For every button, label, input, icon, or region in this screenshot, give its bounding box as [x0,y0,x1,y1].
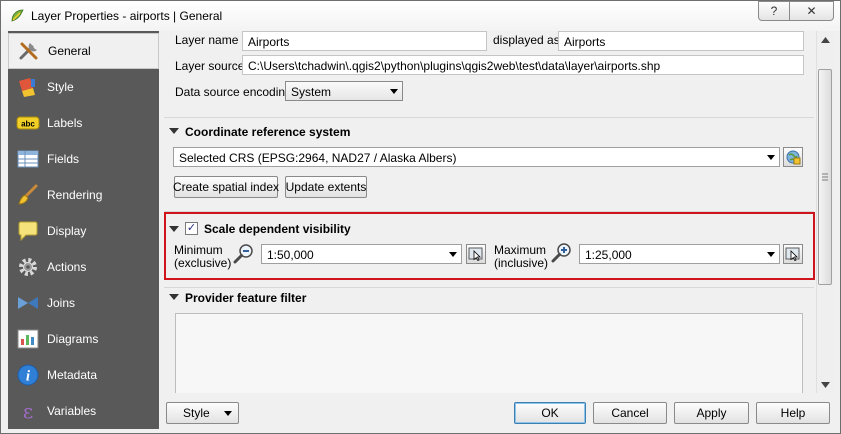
sidebar-item-actions[interactable]: Actions [8,249,159,285]
highlight-box [164,212,815,280]
tools-icon [17,39,41,63]
filter-text-area[interactable] [175,313,803,393]
crs-select-value: Selected CRS (EPSG:2964, NAD27 / Alaska … [179,151,457,165]
grip-icon [822,173,828,181]
brush-icon [16,183,40,207]
sidebar-item-joins[interactable]: Joins [8,285,159,321]
sidebar-item-label: Diagrams [47,332,99,346]
chevron-down-icon [821,381,830,388]
speech-bubble-icon [16,219,40,243]
globe-icon [786,150,801,165]
epsilon-icon: ε [16,399,40,423]
sidebar-item-label: Variables [47,404,97,418]
sidebar-item-label: Fields [47,152,80,166]
title-bar: Layer Properties - airports | General ? … [1,1,840,31]
create-spatial-index-button[interactable]: Create spatial index [173,176,279,198]
sidebar-item-style[interactable]: Style [8,69,159,105]
sidebar-item-variables[interactable]: ε Variables [8,393,159,429]
join-icon [16,291,40,315]
select-crs-button[interactable] [783,147,803,167]
sidebar-item-label: Joins [47,296,76,310]
scroll-thumb[interactable] [818,69,832,285]
layer-source-input[interactable]: C:\Users\tchadwin\.qgis2\python\plugins\… [242,55,804,75]
scroll-up-button[interactable] [817,31,834,48]
chevron-down-icon [390,89,398,94]
vertical-scrollbar[interactable] [816,31,833,393]
sidebar-item-label: Rendering [47,188,103,202]
update-extents-button[interactable]: Update extents [285,176,367,198]
sidebar-item-label: Metadata [47,368,98,382]
gear-icon [16,255,40,279]
sidebar-item-fields[interactable]: Fields [8,141,159,177]
chevron-down-icon [767,155,775,160]
qgis-app-icon [11,9,24,22]
displayed-as-label: displayed as [493,33,560,47]
close-button[interactable]: ✕ [789,1,834,21]
style-button-label: Style [183,406,210,420]
cancel-button[interactable]: Cancel [593,402,667,424]
sidebar-item-label: Labels [47,116,83,130]
ok-button[interactable]: OK [514,402,586,424]
help-button[interactable]: Help [756,402,830,424]
layer-properties-window: Layer Properties - airports | General ? … [0,0,841,434]
layer-name-label: Layer name [175,33,239,47]
window-title: Layer Properties - airports | General [31,9,223,23]
filter-group-title: Provider feature filter [185,291,307,305]
encoding-select-value: System [291,85,332,99]
layer-source-label: Layer source [175,59,245,73]
help-title-button[interactable]: ? [758,1,790,21]
sidebar-item-rendering[interactable]: Rendering [8,177,159,213]
question-icon: ? [770,4,778,18]
sidebar-item-display[interactable]: Display [8,213,159,249]
style-menu-button[interactable]: Style [166,402,239,424]
collapse-triangle-icon[interactable] [169,128,179,134]
sidebar-item-label: Display [47,224,87,238]
displayed-as-input[interactable]: Airports [558,31,804,51]
sidebar-item-metadata[interactable]: i Metadata [8,357,159,393]
scroll-down-button[interactable] [817,376,834,393]
sidebar-item-label: Style [47,80,74,94]
divider [164,117,814,118]
info-icon: i [16,363,40,387]
chevron-down-icon [224,411,232,416]
svg-text:ε: ε [23,399,33,423]
layer-name-input[interactable]: Airports [242,31,487,51]
diagram-icon [16,327,40,351]
divider [164,287,814,288]
sidebar-item-label: General [48,44,91,58]
chevron-up-icon [821,36,830,43]
table-icon [16,147,40,171]
apply-button[interactable]: Apply [674,402,749,424]
sidebar-item-general[interactable]: General [8,33,159,69]
crs-select[interactable]: Selected CRS (EPSG:2964, NAD27 / Alaska … [173,147,780,167]
sidebar-item-labels[interactable]: abc Labels [8,105,159,141]
collapse-triangle-icon[interactable] [169,294,179,300]
sidebar-item-label: Actions [47,260,87,274]
svg-text:abc: abc [21,120,35,129]
crs-group-title: Coordinate reference system [185,125,351,139]
sidebar: General Style abc Labels Fields Renderin… [8,31,159,429]
sidebar-item-diagrams[interactable]: Diagrams [8,321,159,357]
close-icon: ✕ [806,4,817,18]
paint-icon [16,75,40,99]
abc-icon: abc [16,111,40,135]
encoding-label: Data source encoding [175,85,292,99]
encoding-select[interactable]: System [285,81,403,101]
